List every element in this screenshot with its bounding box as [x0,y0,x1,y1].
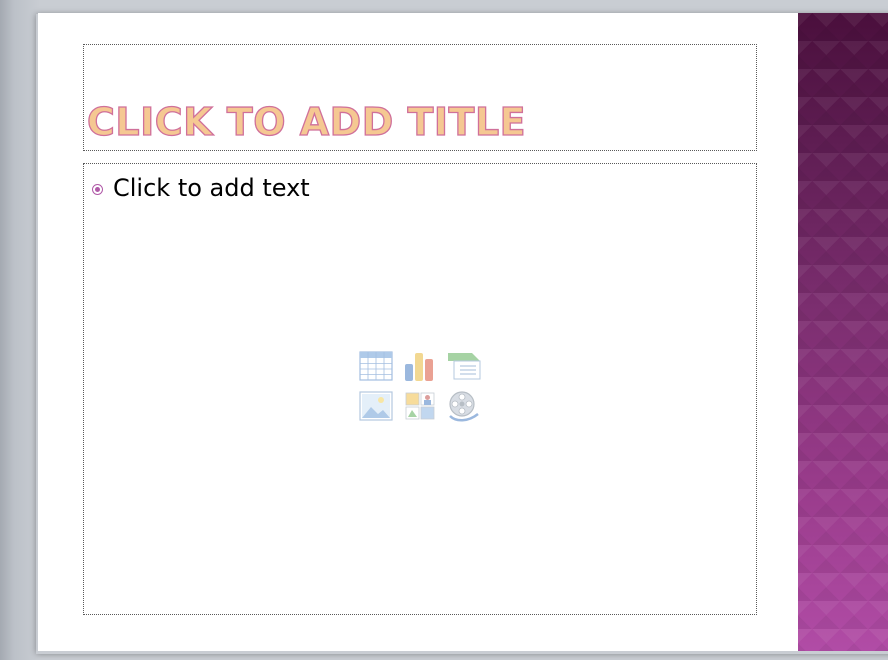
slide-canvas[interactable]: CLICK TO ADD TITLE Click to add text [38,13,888,651]
theme-decoration-band [798,13,888,651]
insert-chart-icon[interactable] [400,348,440,384]
insert-smartart-icon[interactable] [444,348,484,384]
title-placeholder[interactable]: CLICK TO ADD TITLE [83,44,757,151]
insert-media-clip-icon[interactable] [444,388,484,424]
title-placeholder-text: CLICK TO ADD TITLE [86,99,527,144]
insert-picture-icon[interactable] [356,388,396,424]
insert-clip-art-icon[interactable] [400,388,440,424]
content-placeholder-text: Click to add text [113,174,310,202]
insert-content-icons [356,348,486,428]
insert-table-icon[interactable] [356,348,396,384]
content-placeholder[interactable]: Click to add text [83,163,757,615]
bullet-icon [92,184,103,195]
bullet-line: Click to add text [92,174,310,202]
